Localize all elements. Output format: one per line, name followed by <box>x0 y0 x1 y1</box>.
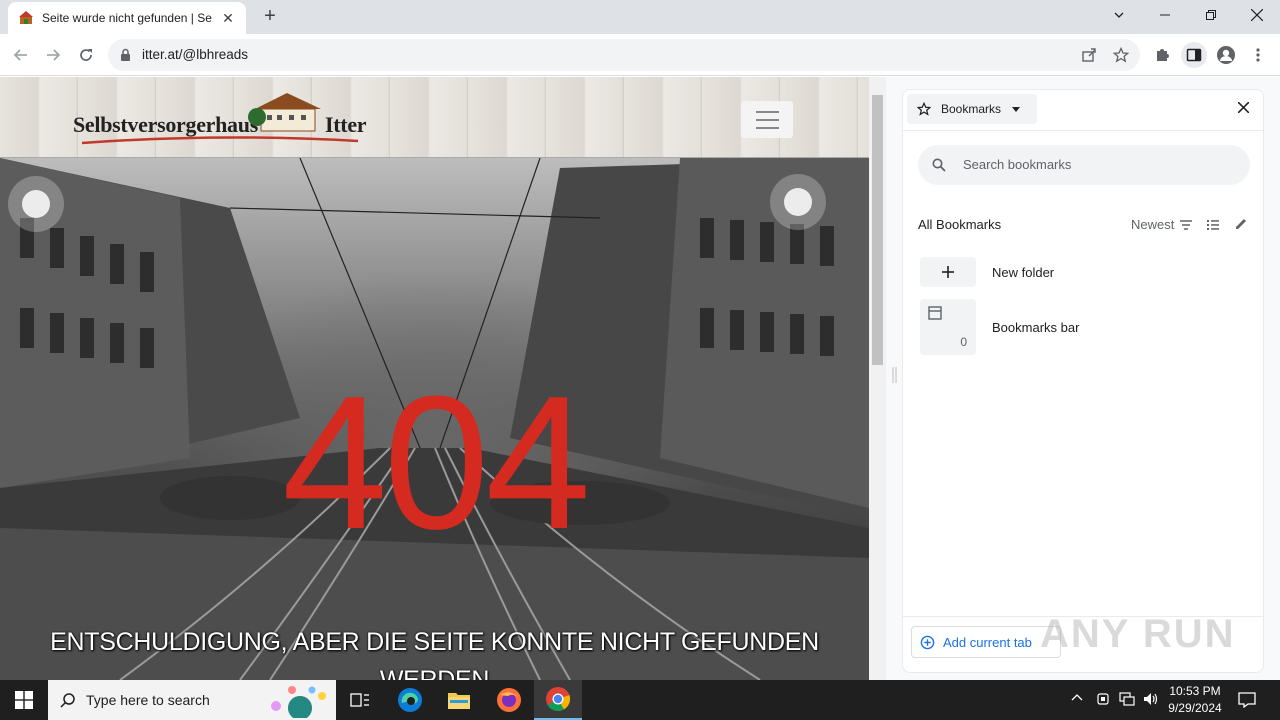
side-panel-icon[interactable] <box>1181 42 1207 68</box>
list-view-icon[interactable] <box>1206 219 1220 231</box>
reload-icon[interactable] <box>73 42 99 68</box>
extensions-puzzle-icon[interactable] <box>1149 42 1175 68</box>
page-scrollbar[interactable] <box>869 77 886 680</box>
new-folder-label: New folder <box>992 265 1055 280</box>
share-icon[interactable] <box>1076 42 1102 68</box>
all-bookmarks-heading: All Bookmarks <box>918 217 1002 232</box>
edge-browser-icon[interactable] <box>386 680 434 720</box>
browser-tab[interactable]: Seite wurde nicht gefunden | Sel ✕ <box>8 2 246 34</box>
tab-title: Seite wurde nicht gefunden | Sel <box>42 11 212 25</box>
windows-logo-icon <box>15 691 33 709</box>
browser-toolbar: itter.at/@lbhreads <box>0 34 1280 76</box>
network-icon[interactable] <box>1119 692 1135 709</box>
search-placeholder: Search bookmarks <box>963 157 1072 172</box>
panel-divider <box>903 130 1263 131</box>
firefox-icon[interactable] <box>485 680 533 720</box>
hero-street-image: 404 ENTSCHULDIGUNG, ABER DIE SEITE KONNT… <box>0 158 869 680</box>
hamburger-menu-button[interactable] <box>741 101 793 138</box>
panel-resize-handle[interactable] <box>892 367 898 383</box>
plus-icon <box>942 266 954 278</box>
taskbar-search-placeholder: Type here to search <box>86 692 210 708</box>
bookmarks-panel-card: Bookmarks Search bookmarks All Bookmarks… <box>902 89 1264 673</box>
add-circle-icon <box>920 635 935 649</box>
chrome-taskbar-icon[interactable] <box>534 680 582 720</box>
search-icon <box>60 693 75 708</box>
tab-search-chevron-icon[interactable] <box>1096 0 1142 30</box>
tray-device-icon[interactable] <box>1096 692 1110 709</box>
error-code-404: 404 <box>281 357 591 569</box>
menu-line-icon <box>755 126 779 129</box>
task-view-icon[interactable] <box>336 680 384 720</box>
close-window-icon[interactable] <box>1234 0 1280 30</box>
forward-arrow-icon[interactable] <box>40 42 66 68</box>
error-message: ENTSCHULDIGUNG, ABER DIE SEITE KONNTE NI… <box>50 628 819 680</box>
clock-date: 9/29/2024 <box>1168 701 1222 715</box>
add-current-tab-label: Add current tab <box>943 634 1032 650</box>
web-page: Selbstversorgerhaus Itter 404 ENTSCHULDI… <box>0 77 869 680</box>
restore-icon[interactable] <box>1188 0 1234 30</box>
url-text: itter.at/@lbhreads <box>142 47 249 62</box>
volume-icon[interactable] <box>1143 692 1159 709</box>
notification-center-icon[interactable] <box>1224 680 1270 720</box>
minimize-icon[interactable] <box>1142 0 1188 30</box>
house-logo-icon <box>248 93 321 132</box>
star-icon <box>917 102 931 116</box>
edit-pencil-icon[interactable] <box>1234 217 1248 231</box>
menu-line-icon <box>755 118 779 121</box>
lock-icon[interactable] <box>120 48 131 62</box>
new-tab-button[interactable]: + <box>258 5 282 29</box>
bookmarks-bar-label: Bookmarks bar <box>992 320 1080 335</box>
system-clock[interactable]: 10:53 PM 9/29/2024 <box>1160 683 1230 717</box>
file-explorer-icon[interactable] <box>435 680 483 720</box>
site-favicon-icon <box>19 11 33 24</box>
sort-newest-button[interactable]: Newest <box>1131 217 1174 232</box>
caret-down-icon <box>1012 107 1021 112</box>
tab-strip: Seite wurde nicht gefunden | Sel ✕ + <box>0 0 1280 34</box>
folder-bar-icon <box>928 306 942 320</box>
back-arrow-icon[interactable] <box>8 42 34 68</box>
kebab-menu-icon[interactable] <box>1245 42 1271 68</box>
search-icon <box>932 158 946 172</box>
sort-label: Newest <box>1131 217 1175 232</box>
add-current-tab-button[interactable]: Add current tab <box>911 626 1061 658</box>
new-folder-tile <box>920 257 976 287</box>
address-bar[interactable]: itter.at/@lbhreads <box>108 39 1140 71</box>
panel-title: Bookmarks <box>941 102 1002 116</box>
bookmark-star-icon[interactable] <box>1108 42 1134 68</box>
panel-selector-dropdown[interactable]: Bookmarks <box>907 94 1037 124</box>
tab-close-icon[interactable]: ✕ <box>220 10 236 26</box>
profile-avatar-icon[interactable] <box>1213 42 1239 68</box>
site-header: Selbstversorgerhaus Itter <box>0 77 869 158</box>
search-highlight-globe-icon <box>271 686 326 718</box>
clock-time: 10:53 PM <box>1169 684 1221 698</box>
scrollbar-thumb[interactable] <box>872 95 883 365</box>
search-bookmarks-input[interactable]: Search bookmarks <box>918 145 1250 185</box>
bookmarks-side-panel: Bookmarks Search bookmarks All Bookmarks… <box>886 77 1280 680</box>
anyrun-watermark: ANY RUN <box>1040 612 1236 656</box>
close-panel-icon[interactable] <box>1237 100 1250 118</box>
logo-swoosh <box>81 136 359 145</box>
tray-chevron-up-icon[interactable] <box>1071 692 1083 707</box>
taskbar-search-box[interactable]: Type here to search <box>48 680 336 720</box>
sort-filter-icon[interactable] <box>1179 219 1193 231</box>
bookmarks-bar-count: 0 <box>960 335 967 349</box>
windows-taskbar: Type here to search 10:53 PM 9/29/2024 <box>0 680 1280 720</box>
bookmarks-bar-tile: 0 <box>920 299 976 355</box>
windows-start-button[interactable] <box>0 680 48 720</box>
menu-line-icon <box>755 110 779 113</box>
